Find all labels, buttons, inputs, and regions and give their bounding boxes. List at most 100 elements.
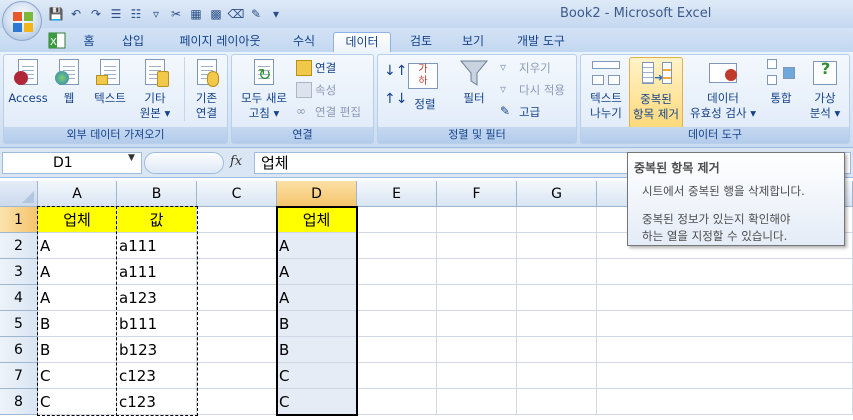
- column-header-d[interactable]: D: [277, 181, 357, 207]
- tab-home[interactable]: 홈: [78, 32, 100, 52]
- cell-e3[interactable]: [357, 259, 437, 285]
- row-header-1[interactable]: 1: [0, 207, 38, 233]
- column-header-c[interactable]: C: [197, 181, 277, 207]
- cell-c5[interactable]: [197, 311, 277, 337]
- sort-ascending-icon[interactable]: ↓↑: [384, 63, 407, 79]
- cell-b7[interactable]: c123: [117, 363, 197, 389]
- cell-c6[interactable]: [197, 337, 277, 363]
- tab-page-layout[interactable]: 페이지 레이아웃: [172, 32, 268, 52]
- cell-h5[interactable]: [597, 311, 853, 337]
- cell-d8[interactable]: C: [277, 389, 357, 415]
- cell-f8[interactable]: [437, 389, 517, 415]
- cell-d2[interactable]: A: [277, 233, 357, 259]
- form-icon[interactable]: ▩: [208, 6, 224, 22]
- cell-e7[interactable]: [357, 363, 437, 389]
- consolidate-button[interactable]: 통합: [763, 57, 799, 106]
- edit-links-button[interactable]: ∞ 연결 편집: [296, 103, 361, 121]
- column-header-a[interactable]: A: [38, 181, 117, 207]
- cell-g8[interactable]: [517, 389, 597, 415]
- tab-view[interactable]: 보기: [457, 32, 489, 52]
- cell-a1[interactable]: 업체: [38, 207, 117, 233]
- cell-g5[interactable]: [517, 311, 597, 337]
- cell-d5[interactable]: B: [277, 311, 357, 337]
- text-to-columns-button[interactable]: 텍스트 나누기: [585, 57, 627, 121]
- select-all-button[interactable]: [0, 181, 38, 207]
- cell-a6[interactable]: B: [38, 337, 117, 363]
- tab-developer[interactable]: 개발 도구: [511, 32, 571, 52]
- cell-e6[interactable]: [357, 337, 437, 363]
- cell-g2[interactable]: [517, 233, 597, 259]
- cell-d3[interactable]: A: [277, 259, 357, 285]
- cell-f6[interactable]: [437, 337, 517, 363]
- access-button[interactable]: Access: [8, 57, 48, 106]
- cell-h6[interactable]: [597, 337, 853, 363]
- text-import-button[interactable]: 텍스트: [90, 57, 130, 106]
- cell-g3[interactable]: [517, 259, 597, 285]
- web-button[interactable]: 웹: [52, 57, 86, 106]
- other-sources-button[interactable]: 기타 원본 ▾: [134, 57, 176, 121]
- cell-h3[interactable]: [597, 259, 853, 285]
- cell-g1[interactable]: [517, 207, 597, 233]
- cell-a5[interactable]: B: [38, 311, 117, 337]
- clear-filter-button[interactable]: ▿ 지우기: [500, 59, 551, 77]
- customize-qat-icon[interactable]: ▾: [268, 6, 284, 22]
- cell-b2[interactable]: a111: [117, 233, 197, 259]
- cell-a7[interactable]: C: [38, 363, 117, 389]
- row-header-3[interactable]: 3: [0, 259, 38, 285]
- refresh-all-button[interactable]: ↻ 모두 새로 고침 ▾: [236, 57, 292, 121]
- cell-f5[interactable]: [437, 311, 517, 337]
- cell-a3[interactable]: A: [38, 259, 117, 285]
- cell-b6[interactable]: b123: [117, 337, 197, 363]
- cell-e2[interactable]: [357, 233, 437, 259]
- borders-icon[interactable]: ▦: [188, 6, 204, 22]
- row-header-6[interactable]: 6: [0, 337, 38, 363]
- tab-insert[interactable]: 삽입: [118, 32, 148, 52]
- row-header-2[interactable]: 2: [0, 233, 38, 259]
- tab-review[interactable]: 검토: [405, 32, 437, 52]
- cell-c2[interactable]: [197, 233, 277, 259]
- row-header-8[interactable]: 8: [0, 389, 38, 415]
- cell-c1[interactable]: [197, 207, 277, 233]
- eraser-icon[interactable]: ⌫: [228, 6, 245, 22]
- cell-d4[interactable]: A: [277, 285, 357, 311]
- cell-b4[interactable]: a123: [117, 285, 197, 311]
- cell-e8[interactable]: [357, 389, 437, 415]
- data-validation-button[interactable]: 데이터 유효성 검사 ▾: [687, 57, 759, 121]
- insert-function-button[interactable]: fx: [230, 154, 242, 169]
- cell-d7[interactable]: C: [277, 363, 357, 389]
- column-header-e[interactable]: E: [357, 181, 437, 207]
- existing-connections-button[interactable]: 기존 연결: [184, 57, 224, 121]
- cell-b5[interactable]: b111: [117, 311, 197, 337]
- insert-rows-icon[interactable]: ☰: [108, 6, 124, 22]
- pen-icon[interactable]: ✎: [248, 6, 264, 22]
- row-header-7[interactable]: 7: [0, 363, 38, 389]
- tab-formulas[interactable]: 수식: [287, 32, 321, 52]
- cell-d6[interactable]: B: [277, 337, 357, 363]
- filter-button[interactable]: 필터: [454, 57, 494, 106]
- row-header-4[interactable]: 4: [0, 285, 38, 311]
- sort-az-button[interactable]: 가 하: [408, 63, 438, 89]
- cell-a4[interactable]: A: [38, 285, 117, 311]
- cell-b8[interactable]: c123: [117, 389, 197, 415]
- cell-f3[interactable]: [437, 259, 517, 285]
- cell-a8[interactable]: C: [38, 389, 117, 415]
- cell-e4[interactable]: [357, 285, 437, 311]
- cell-b1[interactable]: 값: [117, 207, 197, 233]
- cell-h8[interactable]: [597, 389, 853, 415]
- connections-button[interactable]: 연결: [296, 59, 336, 77]
- delete-rows-icon[interactable]: ☷: [128, 6, 144, 22]
- cell-c8[interactable]: [197, 389, 277, 415]
- cell-f7[interactable]: [437, 363, 517, 389]
- cell-d1[interactable]: 업체: [277, 207, 357, 233]
- tools-icon[interactable]: ✂: [168, 6, 184, 22]
- reapply-button[interactable]: ▿ 다시 적용: [500, 81, 565, 99]
- cell-f4[interactable]: [437, 285, 517, 311]
- properties-button[interactable]: 속성: [296, 81, 336, 99]
- cell-a2[interactable]: A: [38, 233, 117, 259]
- office-button[interactable]: [2, 1, 42, 41]
- redo-icon[interactable]: ↷: [88, 6, 104, 22]
- undo-icon[interactable]: ↶: [68, 6, 84, 22]
- cell-g6[interactable]: [517, 337, 597, 363]
- advanced-filter-button[interactable]: ✎ 고급: [500, 103, 540, 121]
- filter-icon[interactable]: ▿: [148, 6, 164, 22]
